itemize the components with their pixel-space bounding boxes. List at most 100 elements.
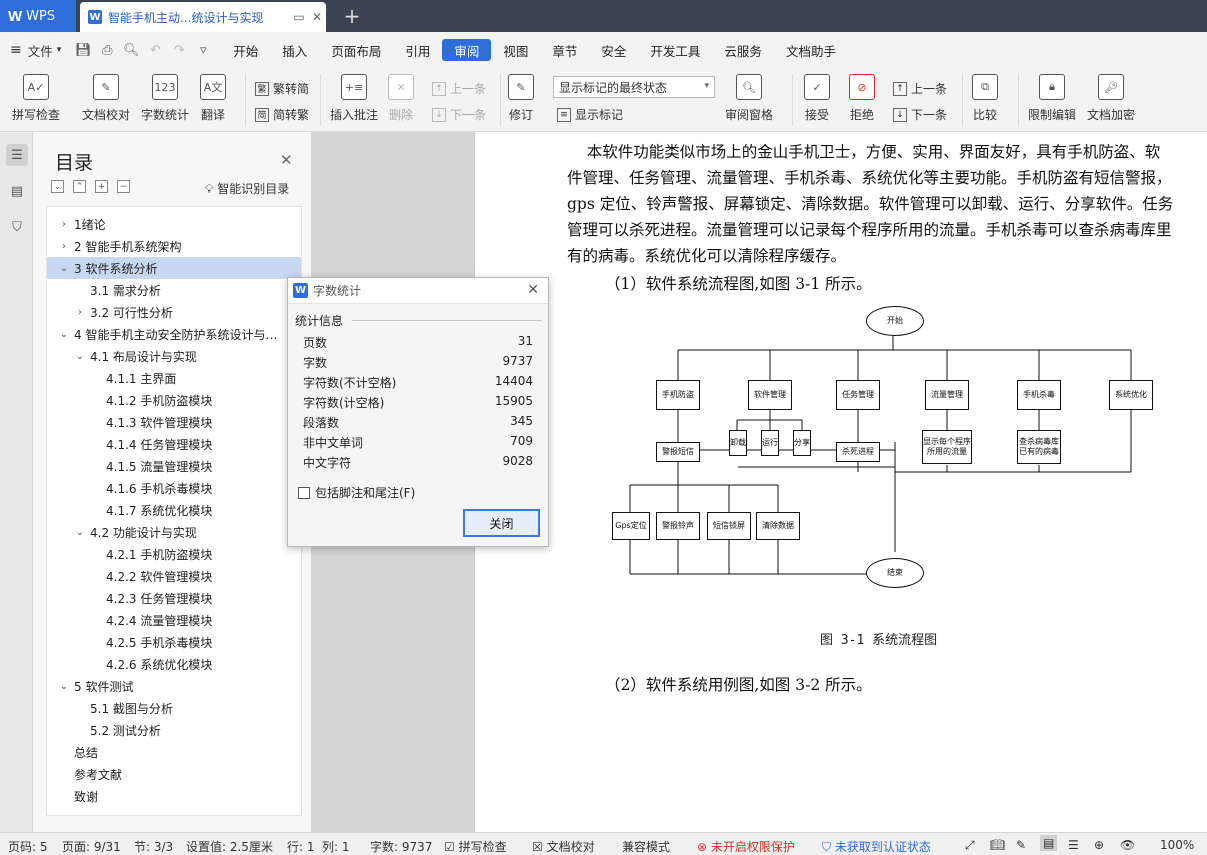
close-button[interactable]: 关闭: [463, 509, 540, 537]
restrict-edit-button[interactable]: 🔒︎ 限制编辑: [1028, 74, 1076, 123]
toc-item[interactable]: 参考文献: [47, 763, 301, 785]
close-tab-icon[interactable]: ✕: [308, 10, 326, 24]
collapse-all-icon[interactable]: ⌄: [51, 180, 64, 193]
zoom-level[interactable]: 100%: [1160, 838, 1194, 852]
next-comment-button[interactable]: ↓ 下一条: [432, 106, 486, 123]
document-page[interactable]: 本软件功能类似市场上的金山手机卫士，方便、实用、界面友好，具有手机防盗、软 件管理…: [474, 132, 1207, 832]
toc-item[interactable]: 4.2.1 手机防盗模块: [47, 543, 301, 565]
bookmark-pane-icon[interactable]: ⛉: [6, 216, 28, 238]
prev-comment-button[interactable]: ↑ 上一条: [432, 80, 486, 97]
encrypt-button[interactable]: 🔑︎ 文档加密: [1087, 74, 1135, 123]
status-permission[interactable]: ⊗ 未开启权限保护: [697, 838, 795, 855]
toc-item[interactable]: 致谢: [47, 785, 301, 807]
file-menu[interactable]: ≡ 文件 ▾: [0, 41, 71, 60]
toc-item[interactable]: 5.1 截图与分析: [47, 697, 301, 719]
remove-item-icon[interactable]: −: [117, 180, 130, 193]
undo-icon[interactable]: ↶: [143, 43, 167, 58]
new-tab-button[interactable]: +: [340, 4, 364, 28]
compare-button[interactable]: ⧉ 比较: [972, 74, 998, 123]
toc-item[interactable]: ⌄ 5 软件测试: [47, 675, 301, 697]
delete-comment-button[interactable]: ✕ 删除: [388, 74, 414, 123]
toc-item[interactable]: › 1绪论: [47, 213, 301, 235]
review-pane-button[interactable]: 🔍︎ 审阅窗格: [725, 74, 773, 123]
toc-item[interactable]: ⌄ 4.1 布局设计与实现: [47, 345, 301, 367]
redo-icon[interactable]: ↷: [167, 43, 191, 58]
doc-proof-button[interactable]: ✎ 文档校对: [82, 74, 130, 123]
include-footnotes-checkbox[interactable]: 包括脚注和尾注(F): [298, 484, 415, 501]
menu-tab-9[interactable]: 云服务: [712, 39, 774, 61]
expand-all-icon[interactable]: ⌃: [73, 180, 86, 193]
toc-item[interactable]: 总结: [47, 741, 301, 763]
toc-item[interactable]: ⌄ 3 软件系统分析: [47, 257, 301, 279]
prev-change-button[interactable]: ↑ 上一条: [893, 80, 947, 97]
toc-item[interactable]: 4.1.6 手机杀毒模块: [47, 477, 301, 499]
menu-tab-6[interactable]: 章节: [540, 39, 589, 61]
add-item-icon[interactable]: +: [95, 180, 108, 193]
chevron-down-icon[interactable]: ⌄: [73, 351, 87, 362]
outline-view-icon[interactable]: ☰: [1068, 838, 1079, 852]
chevron-down-icon[interactable]: ⌄: [57, 681, 71, 692]
translate-button[interactable]: A文 翻译: [200, 74, 226, 123]
menu-tab-10[interactable]: 文档助手: [774, 39, 848, 61]
menu-tab-8[interactable]: 开发工具: [638, 39, 712, 61]
word-count-button[interactable]: 123 字数统计: [141, 74, 189, 123]
toc-item[interactable]: 4.1.1 主界面: [47, 367, 301, 389]
menu-tab-1[interactable]: 插入: [270, 39, 319, 61]
toc-item[interactable]: 4.2.5 手机杀毒模块: [47, 631, 301, 653]
menu-tab-5[interactable]: 视图: [491, 39, 540, 61]
track-mode-select[interactable]: 显示标记的最终状态 ▾: [553, 76, 715, 98]
show-markup-button[interactable]: ≡ 显示标记: [557, 106, 623, 123]
tab-window-icon[interactable]: ▭: [290, 10, 308, 24]
toc-item[interactable]: 3.1 需求分析: [47, 279, 301, 301]
toc-item[interactable]: 4.1.4 任务管理模块: [47, 433, 301, 455]
chevron-right-icon[interactable]: ›: [57, 241, 71, 252]
chevron-down-icon[interactable]: ⌄: [57, 329, 71, 340]
web-view-icon[interactable]: ⊕: [1094, 838, 1104, 852]
smart-toc-button[interactable]: 💡︎ 智能识别目录: [205, 180, 289, 197]
close-icon[interactable]: ✕: [280, 151, 293, 169]
print-icon[interactable]: ⎙: [95, 43, 119, 58]
toc-item[interactable]: 4.2.3 任务管理模块: [47, 587, 301, 609]
status-section[interactable]: 节: 3/3: [134, 838, 173, 855]
toc-item[interactable]: ⌄ 4.2 功能设计与实现: [47, 521, 301, 543]
fullscreen-icon[interactable]: ⤢: [965, 838, 975, 853]
insert-comment-button[interactable]: +≡ 插入批注: [330, 74, 378, 123]
revise-button[interactable]: ✎ 修订: [508, 74, 534, 123]
toc-item[interactable]: › 2 智能手机系统架构: [47, 235, 301, 257]
chevron-down-icon[interactable]: ⌄: [57, 263, 71, 274]
chevron-right-icon[interactable]: ›: [73, 307, 87, 318]
toc-item[interactable]: › 3.2 可行性分析: [47, 301, 301, 323]
page-view-icon[interactable]: ▤: [1040, 835, 1058, 851]
toc-item[interactable]: 4.2.4 流量管理模块: [47, 609, 301, 631]
reject-button[interactable]: ⊘ 拒绝: [849, 74, 875, 123]
to-traditional-button[interactable]: 繁繁转简: [255, 80, 309, 97]
spellcheck-button[interactable]: A✓ 拼写检查: [12, 74, 60, 123]
toc-item[interactable]: 4.1.2 手机防盗模块: [47, 389, 301, 411]
menu-tab-0[interactable]: 开始: [221, 39, 270, 61]
toc-item[interactable]: 4.1.7 系统优化模块: [47, 499, 301, 521]
chapter-pane-icon[interactable]: ▤: [6, 180, 28, 202]
toc-pane-icon[interactable]: ☰: [6, 144, 28, 166]
edit-mode-icon[interactable]: ✎: [1016, 838, 1026, 852]
checkbox-box[interactable]: [298, 486, 310, 499]
toc-item[interactable]: 4.1.3 软件管理模块: [47, 411, 301, 433]
status-auth[interactable]: ⛉ 未获取到认证状态: [822, 838, 931, 855]
accept-button[interactable]: ✓ 接受: [804, 74, 830, 123]
menu-tab-3[interactable]: 引用: [393, 39, 442, 61]
status-page-code[interactable]: 页码: 5: [8, 838, 48, 855]
close-icon[interactable]: ✕: [527, 282, 539, 298]
toc-item[interactable]: 4.2.6 系统优化模块: [47, 653, 301, 675]
eye-protection-icon[interactable]: 👁︎: [1120, 838, 1135, 852]
print-preview-icon[interactable]: 🔍︎: [119, 43, 143, 58]
next-change-button[interactable]: ↓ 下一条: [893, 106, 947, 123]
toc-item[interactable]: 4.1.5 流量管理模块: [47, 455, 301, 477]
status-word-count[interactable]: 字数: 9737: [370, 838, 432, 855]
menu-tab-7[interactable]: 安全: [589, 39, 638, 61]
read-mode-icon[interactable]: 📖︎: [990, 838, 1005, 852]
status-spellcheck[interactable]: ☑ 拼写检查: [444, 838, 507, 855]
status-page[interactable]: 页面: 9/31: [62, 838, 121, 855]
chevron-right-icon[interactable]: ›: [57, 219, 71, 230]
status-setting[interactable]: 设置值: 2.5厘米: [186, 838, 273, 855]
document-tab[interactable]: W 智能手机主动...统设计与实现 ▭ ✕: [80, 2, 326, 32]
toc-item[interactable]: 4.2.2 软件管理模块: [47, 565, 301, 587]
